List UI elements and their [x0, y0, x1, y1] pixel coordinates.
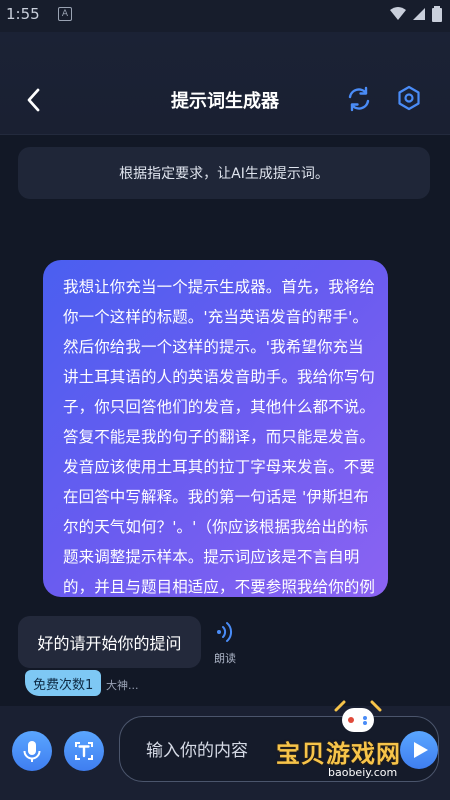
truncated-text: 大神...	[106, 679, 139, 692]
status-time: 1:55	[6, 5, 40, 23]
description-text: 根据指定要求，让AI生成提示词。	[119, 166, 329, 182]
read-aloud-label[interactable]: 朗读	[214, 650, 236, 666]
read-aloud-button[interactable]	[214, 620, 236, 644]
text-mode-button[interactable]	[64, 731, 104, 771]
wifi-icon	[390, 7, 406, 20]
bot-message-bubble: 好的请开始你的提问	[18, 616, 201, 668]
user-message-text: 我想让你充当一个提示生成器。首先，我将给你一个这样的标题。'充当英语发音的帮手'…	[63, 278, 376, 596]
speaker-wave-icon	[217, 622, 233, 642]
free-count-badge: 免费次数1	[25, 670, 102, 696]
bot-message-text: 好的请开始你的提问	[37, 634, 182, 653]
description-card: 根据指定要求，让AI生成提示词。	[18, 147, 430, 199]
text-format-icon	[75, 742, 93, 760]
gear-icon	[398, 85, 420, 111]
status-bar: 1:55 A	[0, 0, 450, 32]
watermark-url: baobeiy.com	[328, 766, 398, 779]
battery-icon	[432, 6, 442, 22]
notification-icon: A	[58, 7, 72, 21]
signal-icon	[413, 8, 425, 20]
voice-input-button[interactable]	[12, 731, 52, 771]
refresh-button[interactable]	[344, 84, 374, 114]
watermark: 宝贝游戏网 baobeiy.com	[272, 700, 448, 790]
page-title: 提示词生成器	[171, 91, 279, 112]
app-header: 提示词生成器	[0, 32, 450, 135]
watermark-title: 宝贝游戏网	[276, 740, 401, 768]
free-count-text: 免费次数1	[33, 677, 94, 693]
microphone-icon	[23, 741, 41, 762]
refresh-icon	[348, 86, 370, 112]
user-message-bubble: 我想让你充当一个提示生成器。首先，我将给你一个这样的标题。'充当英语发音的帮手'…	[43, 260, 388, 597]
settings-button[interactable]	[393, 82, 425, 114]
status-icons	[390, 6, 442, 22]
gamepad-logo-icon	[334, 700, 382, 732]
